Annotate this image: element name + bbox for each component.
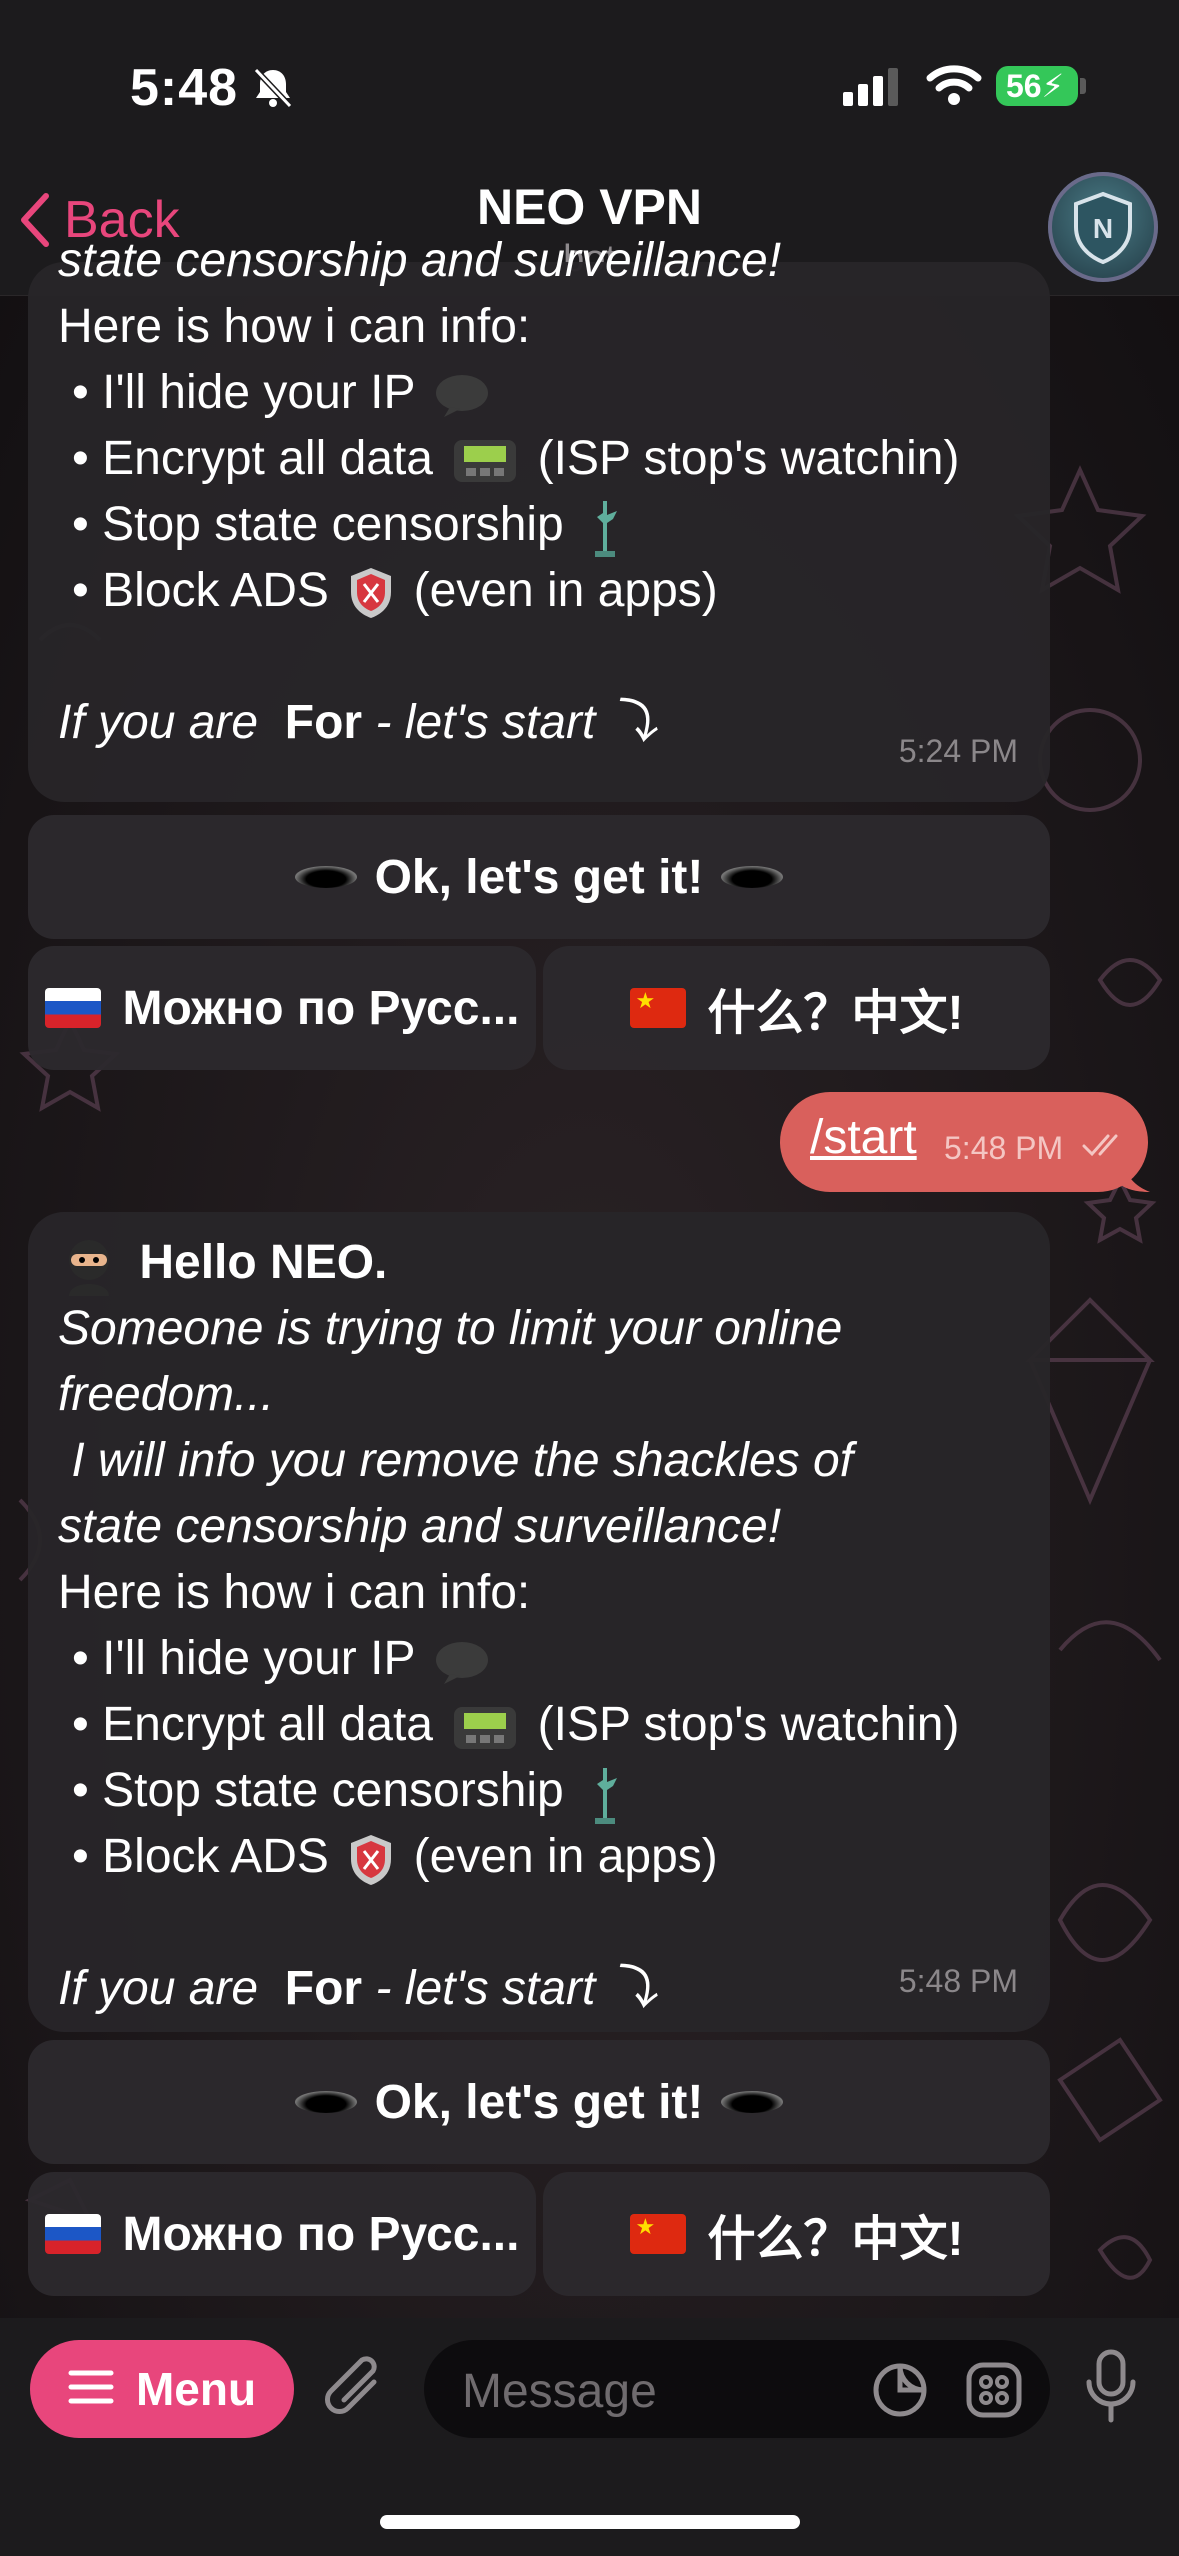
bullet-text: (ISP stop's watchin) — [537, 432, 960, 485]
button-label: Ok, let's get it! — [374, 2075, 704, 2129]
message-line: Here is how i can info: — [58, 300, 531, 353]
hole-icon — [294, 866, 357, 888]
message-line: state censorship and surveillance! — [58, 1500, 782, 1554]
svg-text:N: N — [1093, 213, 1113, 244]
message-line: state censorship and surveillance! — [58, 234, 782, 287]
hamburger-icon — [68, 2362, 114, 2416]
bot-message-2: Hello NEO. Someone is trying to limit yo… — [28, 1212, 1050, 2032]
battery-indicator: 56⚡ — [996, 66, 1078, 106]
bullet-text: Encrypt all data — [102, 432, 433, 485]
message-placeholder: Message — [462, 2365, 657, 2418]
bullet-item: • Stop state censorship — [58, 492, 1020, 558]
chinese-language-button[interactable]: 什么？中文! — [543, 2172, 1050, 2296]
microphone-icon[interactable] — [1085, 2348, 1137, 2428]
bullet-item: • Encrypt all data (ISP stop's watchin) — [72, 432, 960, 485]
message-line: I will info you remove the shackles of — [58, 1434, 854, 1488]
home-indicator — [380, 2515, 800, 2529]
russian-language-button[interactable]: Можно по Русс... — [28, 946, 536, 1070]
speech-bubble-icon — [435, 375, 488, 418]
bullet-text: I'll hide your IP — [102, 1632, 415, 1686]
hole-icon — [721, 2091, 784, 2113]
bullet-text: Stop state censorship — [102, 498, 564, 551]
message-input[interactable]: Message — [424, 2340, 1050, 2438]
bullet-item: • I'll hide your IP — [58, 1626, 1020, 1692]
bullet-item: • I'll hide your IP — [58, 360, 1020, 426]
russian-language-button[interactable]: Можно по Русс... — [28, 2172, 536, 2296]
shield-logo-icon: N — [1074, 191, 1132, 265]
bullet-item: • Block ADS (even in apps) — [58, 558, 1020, 624]
china-flag-icon — [629, 988, 686, 1028]
greeting-line: Hello NEO. — [58, 1230, 1020, 1297]
message-time: 5:48 PM — [944, 1130, 1064, 1166]
bullet-item: • Block ADS (even in apps) — [58, 1824, 1020, 1890]
status-time: 5:48 — [130, 59, 239, 117]
pager-icon — [454, 1706, 517, 1749]
battery-cap — [1080, 78, 1086, 94]
button-label: 什么？中文! — [707, 2213, 964, 2266]
status-bar: 5:48 56⚡ — [0, 0, 1179, 160]
bullet-item: • Encrypt all data (ISP stop's watchin) — [72, 1698, 960, 1752]
bullet-text: (ISP stop's watchin) — [537, 1698, 960, 1752]
hole-icon — [294, 2091, 357, 2113]
message-time: 5:24 PM — [898, 733, 1018, 769]
bullet-item: • Stop state censorship — [58, 1758, 1020, 1824]
bubble-tail — [1120, 1154, 1150, 1192]
paperclip-icon[interactable] — [322, 2352, 392, 2428]
menu-label: Menu — [135, 2363, 257, 2415]
hole-icon — [721, 866, 784, 888]
greeting-text: Hello NEO. — [139, 1236, 388, 1289]
menu-button[interactable]: Menu — [30, 2340, 294, 2438]
bullet-text: Stop state censorship — [102, 1764, 564, 1818]
button-label: 什么？中文! — [707, 987, 964, 1040]
silent-bell-icon — [253, 67, 293, 109]
bullet-text: Encrypt all data — [102, 1698, 433, 1752]
china-flag-icon — [629, 2214, 686, 2254]
shield-icon — [351, 568, 392, 619]
pager-icon — [454, 440, 517, 483]
statue-of-liberty-icon — [595, 1767, 618, 1824]
call-to-action: If you are For - let's start ⤵ — [58, 696, 657, 749]
button-label: Можно по Русс... — [122, 981, 520, 1035]
button-label: Можно по Русс... — [122, 2207, 520, 2261]
message-time: 5:48 PM — [898, 1963, 1018, 1999]
bot-message-1: state censorship and surveillance! Here … — [28, 234, 1050, 802]
bullet-text: Block ADS — [102, 564, 329, 617]
battery-level: 56 — [1006, 68, 1042, 104]
message-line: freedom... — [58, 1368, 275, 1422]
russia-flag-icon — [44, 988, 101, 1028]
message-line: Someone is trying to limit your online — [58, 1302, 843, 1356]
bot-keyboard-icon[interactable] — [964, 2360, 1024, 2420]
shield-icon — [351, 1834, 392, 1885]
russia-flag-icon — [44, 2214, 101, 2254]
cellular-signal-icon — [843, 68, 898, 106]
bot-avatar[interactable]: N — [1048, 172, 1158, 282]
speech-bubble-icon — [435, 1641, 488, 1684]
bullet-text: Block ADS — [102, 1830, 329, 1884]
ok-lets-get-it-button[interactable]: Ok, let's get it! — [28, 815, 1050, 939]
message-line: Here is how i can info: — [58, 1566, 531, 1620]
sticker-icon[interactable] — [870, 2360, 930, 2420]
command-link[interactable]: /start — [810, 1110, 917, 1165]
bullet-text: (even in apps) — [413, 1830, 718, 1884]
call-to-action: If you are For - let's start ⤵ — [58, 1962, 657, 2016]
ninja-icon — [69, 1240, 109, 1297]
outgoing-message: /start 5:48 PM — [780, 1092, 1150, 1192]
bullet-text: I'll hide your IP — [102, 366, 415, 419]
wifi-icon — [926, 65, 982, 105]
statue-of-liberty-icon — [595, 501, 618, 558]
ok-lets-get-it-button[interactable]: Ok, let's get it! — [28, 2040, 1050, 2164]
button-label: Ok, let's get it! — [374, 850, 704, 904]
bullet-text: (even in apps) — [413, 564, 718, 617]
chinese-language-button[interactable]: 什么？中文! — [543, 946, 1050, 1070]
